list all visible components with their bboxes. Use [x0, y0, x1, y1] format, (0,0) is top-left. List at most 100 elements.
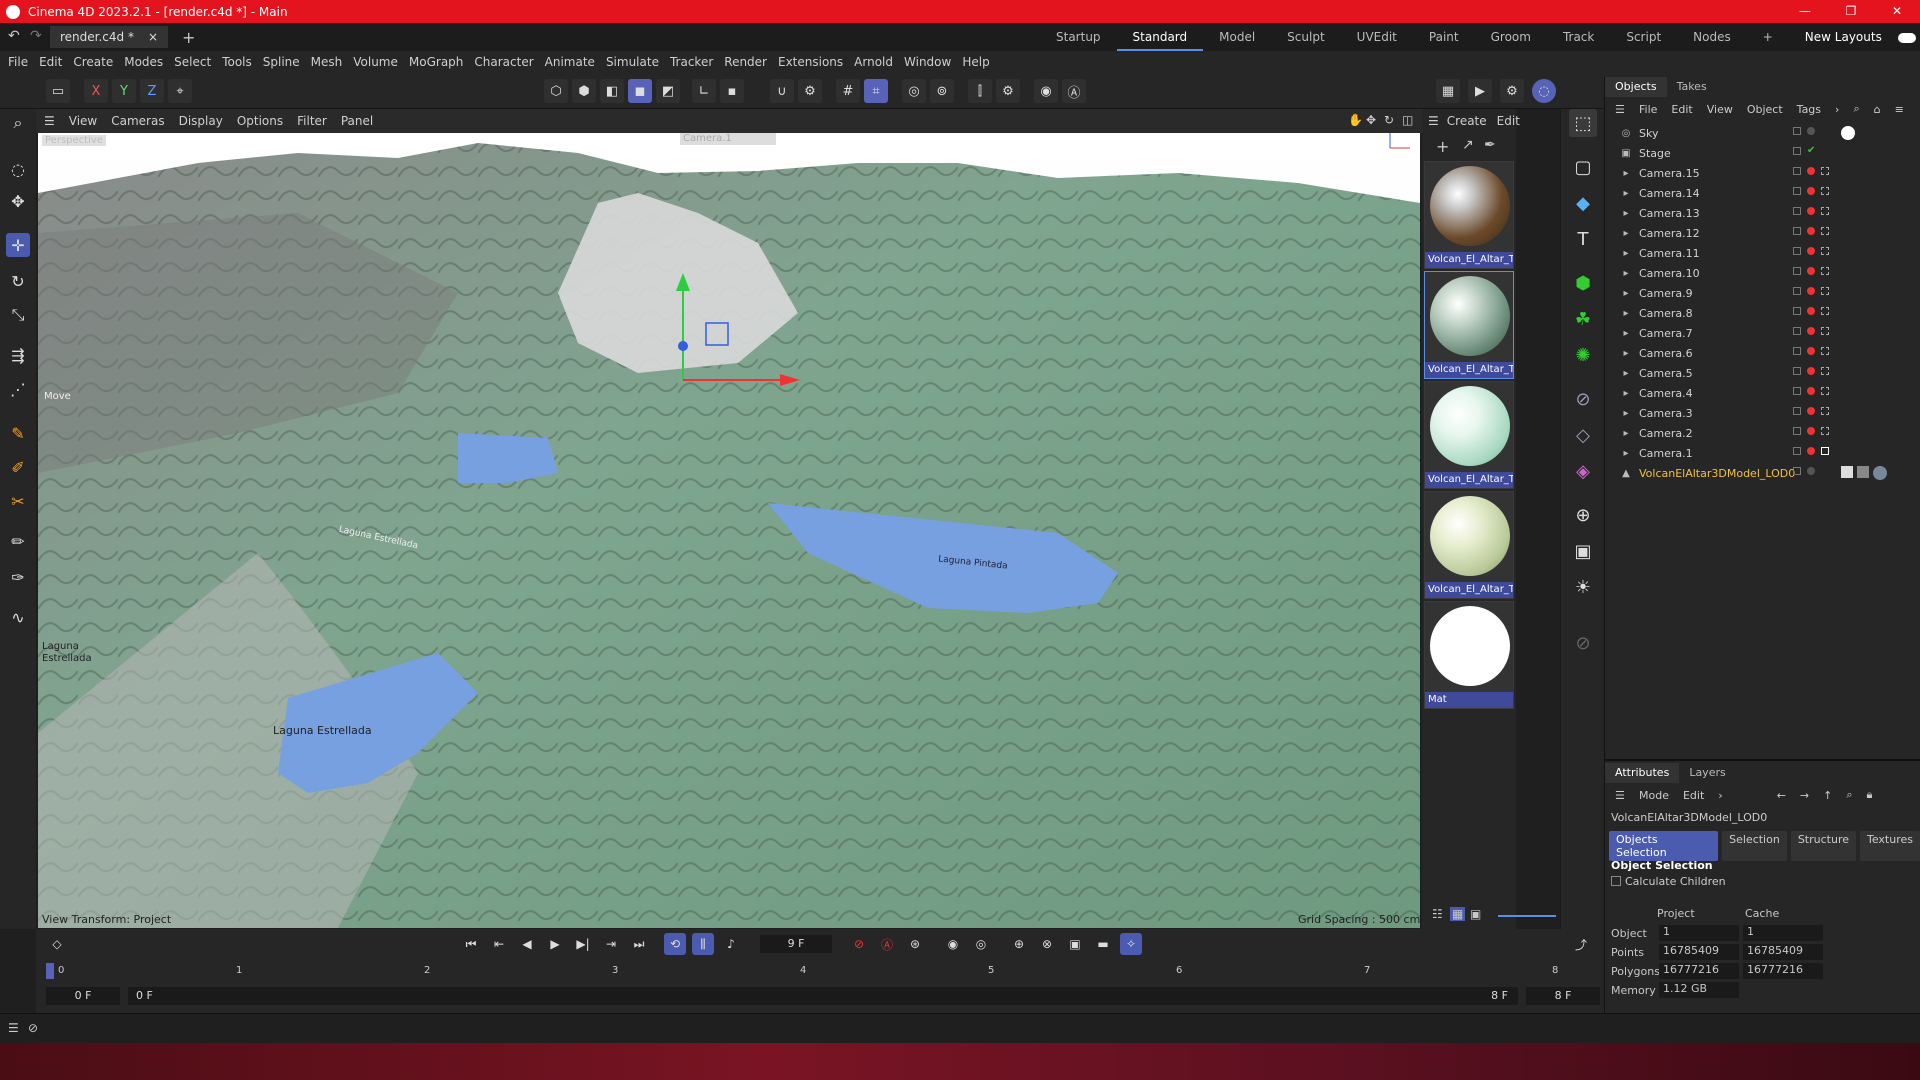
object-row-camera[interactable]: ▸ Camera.1 — [1605, 443, 1920, 463]
rotate-tool-icon[interactable]: ↻ — [6, 269, 30, 293]
camera-tag-icon[interactable] — [1821, 387, 1829, 395]
object-search-icon[interactable]: ⌕ — [1853, 102, 1859, 116]
viewport-menu-panel[interactable]: Panel — [341, 114, 373, 128]
home-icon[interactable]: ⌂ — [1874, 103, 1881, 116]
menu-extensions[interactable]: Extensions — [778, 55, 843, 69]
object-menu-tags[interactable]: Tags — [1797, 103, 1821, 116]
camera-tag-icon[interactable] — [1821, 207, 1829, 215]
autokey-icon[interactable]: Ⓐ — [876, 933, 898, 955]
undo-icon[interactable]: ↶ — [8, 28, 20, 44]
redo-icon[interactable]: ↷ — [30, 28, 42, 44]
camera-icon[interactable]: ▣ — [1569, 537, 1597, 565]
visibility-flag-icon[interactable] — [1793, 447, 1801, 455]
filter-icon[interactable]: ≡ — [1895, 103, 1904, 116]
menu-create[interactable]: Create — [73, 55, 113, 69]
go-to-end-icon[interactable]: ⏭ — [628, 933, 650, 955]
menu-tools[interactable]: Tools — [222, 55, 252, 69]
snap-settings-icon[interactable]: ⚙ — [798, 79, 822, 103]
scale-tool-icon[interactable]: ⤡ — [6, 303, 30, 327]
tab-objects[interactable]: Objects — [1605, 77, 1667, 97]
layout-track[interactable]: Track — [1547, 23, 1610, 51]
red-dot-icon[interactable] — [1807, 267, 1815, 275]
object-row-camera[interactable]: ▸ Camera.12 — [1605, 223, 1920, 243]
new-tab-icon[interactable]: + — [182, 28, 195, 47]
red-dot-icon[interactable] — [1807, 427, 1815, 435]
structure-button[interactable]: Structure — [1790, 831, 1856, 861]
effector-icon[interactable]: ◇ — [1569, 421, 1597, 449]
camera-tag-icon[interactable] — [1821, 347, 1829, 355]
x-axis-lock[interactable]: X — [84, 79, 108, 103]
texture-tag-icon[interactable] — [1841, 466, 1853, 478]
eyedropper-icon[interactable]: ✒ — [1484, 137, 1496, 153]
timeline-graph-icon[interactable]: ⤴ — [1570, 933, 1592, 955]
material-slot[interactable]: Volcan_El_Altar_Te — [1424, 161, 1514, 269]
visibility-flag-icon[interactable] — [1793, 147, 1801, 155]
material-tag-icon[interactable] — [1873, 466, 1887, 480]
new-material-icon[interactable]: + — [1436, 137, 1449, 156]
layout-standard[interactable]: Standard — [1116, 23, 1204, 51]
snap-tool-icon[interactable]: ⋰ — [6, 377, 30, 401]
menu-spline[interactable]: Spline — [263, 55, 300, 69]
range-start-field[interactable]: 0 F — [46, 987, 120, 1005]
range-end-field[interactable]: 8 F — [1526, 987, 1600, 1005]
dot-icon[interactable] — [1807, 127, 1815, 135]
material-menu-edit[interactable]: Edit — [1497, 114, 1520, 128]
red-dot-icon[interactable] — [1807, 367, 1815, 375]
red-dot-icon[interactable] — [1807, 167, 1815, 175]
menu-edit[interactable]: Edit — [39, 55, 62, 69]
tab-layers[interactable]: Layers — [1679, 763, 1735, 783]
red-dot-icon[interactable] — [1807, 207, 1815, 215]
camera-tag-icon[interactable] — [1821, 307, 1829, 315]
visibility-flag-icon[interactable] — [1793, 267, 1801, 275]
y-axis-lock[interactable]: Y — [112, 79, 136, 103]
viewport-camera-label[interactable]: Camera.1 — [680, 133, 776, 145]
visibility-flag-icon[interactable] — [1793, 387, 1801, 395]
camera-tag-icon[interactable] — [1821, 227, 1829, 235]
attribute-menu-edit[interactable]: Edit — [1683, 789, 1704, 802]
sketch-tool-icon[interactable]: ✐ — [6, 455, 30, 479]
link-material-icon[interactable]: ↗ — [1462, 137, 1474, 153]
range-slider[interactable]: 0 F 8 F — [128, 987, 1518, 1005]
keyframe-selection-icon[interactable]: ⊛ — [904, 933, 926, 955]
material-menu-create[interactable]: Create — [1447, 114, 1487, 128]
scene-icon[interactable]: ▭ — [46, 79, 70, 103]
solo-icon[interactable]: ◎ — [902, 79, 926, 103]
dot-icon[interactable] — [1807, 467, 1815, 475]
render-picture-viewer-icon[interactable]: ▶ — [1468, 79, 1492, 103]
3d-viewport[interactable]: Laguna Estrellada Laguna Pintada Laguna … — [38, 133, 1420, 928]
object-row-sky[interactable]: ◎ Sky — [1605, 123, 1920, 143]
grid-snap-icon[interactable]: # — [836, 79, 860, 103]
menu-simulate[interactable]: Simulate — [606, 55, 659, 69]
viewport-menu-filter[interactable]: Filter — [297, 114, 327, 128]
edges-mode-icon[interactable]: ⬢ — [572, 79, 596, 103]
close-icon[interactable]: ✕ — [1874, 0, 1920, 23]
large-view-icon[interactable]: ▣ — [1470, 907, 1481, 921]
viewport-menu-view[interactable]: View — [69, 114, 97, 128]
menu-mograph[interactable]: MoGraph — [409, 55, 464, 69]
object-row-volcan-model[interactable]: ▲ VolcanElAltar3DModel_LOD0 — [1605, 463, 1920, 483]
camera-tag-icon[interactable] — [1821, 247, 1829, 255]
play-icon[interactable]: ▶ — [544, 933, 566, 955]
environment-icon[interactable]: ⊕ — [1569, 501, 1597, 529]
menu-tracker[interactable]: Tracker — [670, 55, 713, 69]
red-dot-icon[interactable] — [1807, 407, 1815, 415]
red-dot-icon[interactable] — [1807, 347, 1815, 355]
render-settings-icon[interactable]: ⚙ — [1500, 79, 1524, 103]
preview-range-icon[interactable]: ⫼ — [692, 933, 714, 955]
attribute-hamburger-icon[interactable]: ☰ — [1615, 789, 1625, 802]
attribute-menu-mode[interactable]: Mode — [1639, 789, 1669, 802]
solo-settings-icon[interactable]: ⊚ — [930, 79, 954, 103]
material-slot[interactable]: Volcan_El_Altar_Te — [1424, 381, 1514, 489]
red-dot-icon[interactable] — [1807, 247, 1815, 255]
object-row-camera[interactable]: ▸ Camera.14 — [1605, 183, 1920, 203]
move-tool-icon[interactable]: ✛ — [6, 233, 30, 257]
camera-tag-icon[interactable] — [1821, 267, 1829, 275]
field-icon[interactable]: ⊘ — [1569, 385, 1597, 413]
menu-modes[interactable]: Modes — [124, 55, 163, 69]
preview-size-slider[interactable] — [1498, 915, 1556, 917]
visibility-flag-icon[interactable] — [1793, 167, 1801, 175]
menu-window[interactable]: Window — [904, 55, 951, 69]
active-camera-tag-icon[interactable] — [1821, 447, 1829, 455]
red-dot-icon[interactable] — [1807, 327, 1815, 335]
layout-uvedit[interactable]: UVEdit — [1341, 23, 1413, 51]
